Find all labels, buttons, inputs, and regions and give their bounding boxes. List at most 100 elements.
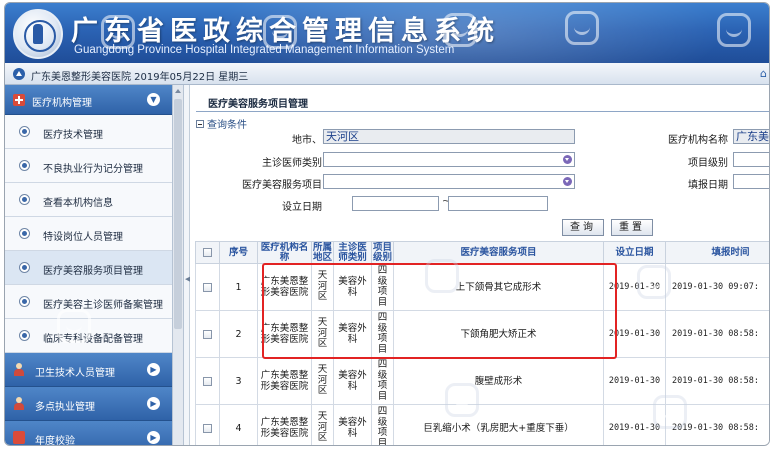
select-all-checkbox[interactable] — [203, 247, 212, 257]
row-select-cell[interactable] — [195, 357, 220, 405]
sidebar-category-label: 年度校验 — [35, 436, 75, 446]
sidebar-item-label: 临床专科设备配备管理 — [43, 334, 143, 345]
row-checkbox[interactable] — [203, 376, 212, 386]
person-icon — [13, 397, 25, 410]
sidebar: 医疗机构管理 ▼ 医疗技术管理 不良执业行为记分管理 查看本机构信息 特设岗位人… — [5, 85, 173, 446]
scrollbar-thumb[interactable] — [174, 99, 182, 329]
city-field[interactable]: 天河区 — [323, 129, 575, 144]
dropdown-icon[interactable] — [563, 177, 572, 186]
sidebar-item-doctor-filing[interactable]: 医疗美容主诊医师备案管理 — [5, 285, 172, 319]
setup-date-to[interactable] — [448, 196, 548, 211]
dropdown-icon[interactable] — [563, 155, 572, 164]
sidebar-item-bad-practice[interactable]: 不良执业行为记分管理 — [5, 149, 172, 183]
col-header-no[interactable]: 序号 — [219, 241, 258, 264]
table-row[interactable]: 1 广东美恩整形美容医院 天河区 美容外科 四级项目 上下颌骨其它成形术 201… — [195, 263, 769, 311]
sidebar-category-label: 多点执业管理 — [35, 402, 95, 413]
chevron-down-icon[interactable]: ▼ — [147, 93, 160, 106]
collapse-arrow-icon[interactable] — [13, 68, 25, 80]
col-header-setup-date[interactable]: 设立日期 — [603, 241, 666, 264]
cell-service: 腹壁成形术 — [393, 357, 604, 405]
cell-doctor-type: 美容外科 — [333, 310, 372, 358]
level-label: 项目级别 — [688, 158, 728, 169]
cell-region: 天河区 — [311, 404, 334, 445]
cell-service: 上下颌骨其它成形术 — [393, 263, 604, 311]
sidebar-section-label: 医疗机构管理 — [32, 98, 92, 109]
scroll-up-icon[interactable] — [175, 89, 181, 93]
cell-setup-date: 2019-01-30 — [603, 357, 666, 405]
cell-doctor-type: 美容外科 — [333, 404, 372, 445]
chevron-right-icon[interactable]: ▶ — [147, 397, 160, 410]
radio-bullet-icon — [19, 194, 30, 205]
col-header-service[interactable]: 医疗美容服务项目 — [393, 241, 604, 264]
service-select[interactable] — [323, 174, 575, 189]
doctor-type-label: 主诊医师类别 — [262, 158, 322, 169]
sidebar-item-special-posts[interactable]: 特设岗位人员管理 — [5, 217, 172, 251]
table-row[interactable]: 2 广东美恩整形美容医院 天河区 美容外科 四级项目 下颌角肥大矫正术 2019… — [195, 310, 769, 358]
query-conditions-toggle[interactable]: 查询条件 — [196, 116, 247, 131]
cell-no: 4 — [219, 404, 258, 445]
divider — [196, 111, 769, 112]
col-header-doctor-type[interactable]: 主诊医师类别 — [333, 241, 372, 264]
setup-date-from[interactable] — [352, 196, 439, 211]
row-checkbox[interactable] — [203, 329, 212, 339]
medical-kit-icon — [13, 431, 25, 444]
table-row[interactable]: 4 广东美恩整形美容医院 天河区 美容外科 四级项目 巨乳缩小术（乳房肥大+重度… — [195, 404, 769, 445]
sidebar-item-medical-tech[interactable]: 医疗技术管理 — [5, 115, 172, 149]
collapse-box-icon — [196, 120, 204, 128]
cell-service: 巨乳缩小术（乳房肥大+重度下垂） — [393, 404, 604, 445]
org-name-label: 医疗机构名称 — [668, 135, 728, 146]
sidebar-scrollbar[interactable] — [173, 85, 184, 445]
radio-bullet-icon — [19, 126, 30, 137]
row-checkbox[interactable] — [203, 423, 212, 433]
chevron-right-icon[interactable]: ▶ — [147, 431, 160, 444]
reset-button[interactable]: 重置 — [611, 219, 653, 236]
search-button[interactable]: 查询 — [562, 219, 604, 236]
app-title: 广东省医政综合管理信息系统 — [71, 16, 500, 47]
sidebar-category-health-staff[interactable]: 卫生技术人员管理 ▶ — [5, 353, 172, 387]
cell-region: 天河区 — [311, 263, 334, 311]
cell-fill-time: 2019-01-30 08:58: — [665, 357, 769, 405]
cell-level-text: 四级项目 — [377, 265, 388, 308]
table-row[interactable]: 3 广东美恩整形美容医院 天河区 美容外科 四级项目 腹壁成形术 2019-01… — [195, 357, 769, 405]
radio-bullet-icon — [19, 262, 30, 273]
cell-fill-time: 2019-01-30 08:58: — [665, 404, 769, 445]
col-header-fill-time[interactable]: 填报时间 — [665, 241, 769, 264]
home-icon[interactable]: ⌂ — [760, 67, 767, 80]
cell-fill-time: 2019-01-30 09:07: — [665, 263, 769, 311]
row-select-cell[interactable] — [195, 404, 220, 445]
page-title: 医疗美容服务项目管理 — [208, 99, 308, 110]
cell-level-text: 四级项目 — [377, 312, 388, 355]
fill-date-field[interactable] — [733, 174, 769, 189]
cell-level: 四级项目 — [371, 357, 394, 405]
row-select-cell[interactable] — [195, 263, 220, 311]
table-header-row: 序号 医疗机构名称 所属地区 主诊医师类别 项目级别 医疗美容服务项目 设立日期… — [195, 241, 769, 264]
col-header-level[interactable]: 项目级别 — [371, 241, 394, 264]
cell-region: 天河区 — [311, 357, 334, 405]
sidebar-item-label: 医疗美容服务项目管理 — [43, 266, 143, 277]
sidebar-item-beauty-services[interactable]: 医疗美容服务项目管理 — [5, 251, 172, 285]
level-select[interactable] — [733, 152, 769, 167]
chevron-right-icon[interactable]: ▶ — [147, 363, 160, 376]
col-header-org[interactable]: 医疗机构名称 — [257, 241, 312, 264]
cell-service: 下颌角肥大矫正术 — [393, 310, 604, 358]
doctor-type-select[interactable] — [323, 152, 575, 167]
row-checkbox[interactable] — [203, 282, 212, 292]
row-select-cell[interactable] — [195, 310, 220, 358]
cell-org: 广东美恩整形美容医院 — [257, 310, 312, 358]
cell-level: 四级项目 — [371, 404, 394, 445]
cell-region-text: 天河区 — [317, 364, 328, 397]
col-header-region[interactable]: 所属地区 — [311, 241, 334, 264]
sidebar-category-annual-check[interactable]: 年度校验 ▶ — [5, 421, 172, 446]
sidebar-category-multi-site[interactable]: 多点执业管理 ▶ — [5, 387, 172, 421]
cell-setup-date: 2019-01-30 — [603, 310, 666, 358]
org-name-field[interactable]: 广东美 — [733, 129, 769, 144]
cell-no: 2 — [219, 310, 258, 358]
sidebar-section-header[interactable]: 医疗机构管理 ▼ — [5, 85, 172, 115]
setup-date-label: 设立日期 — [282, 202, 322, 213]
select-all-cell[interactable] — [195, 241, 220, 264]
person-icon — [13, 363, 25, 376]
cell-org: 广东美恩整形美容医院 — [257, 404, 312, 445]
sidebar-item-equipment[interactable]: 临床专科设备配备管理 — [5, 319, 172, 353]
sidebar-item-label: 医疗技术管理 — [43, 130, 103, 141]
sidebar-item-org-info[interactable]: 查看本机构信息 — [5, 183, 172, 217]
